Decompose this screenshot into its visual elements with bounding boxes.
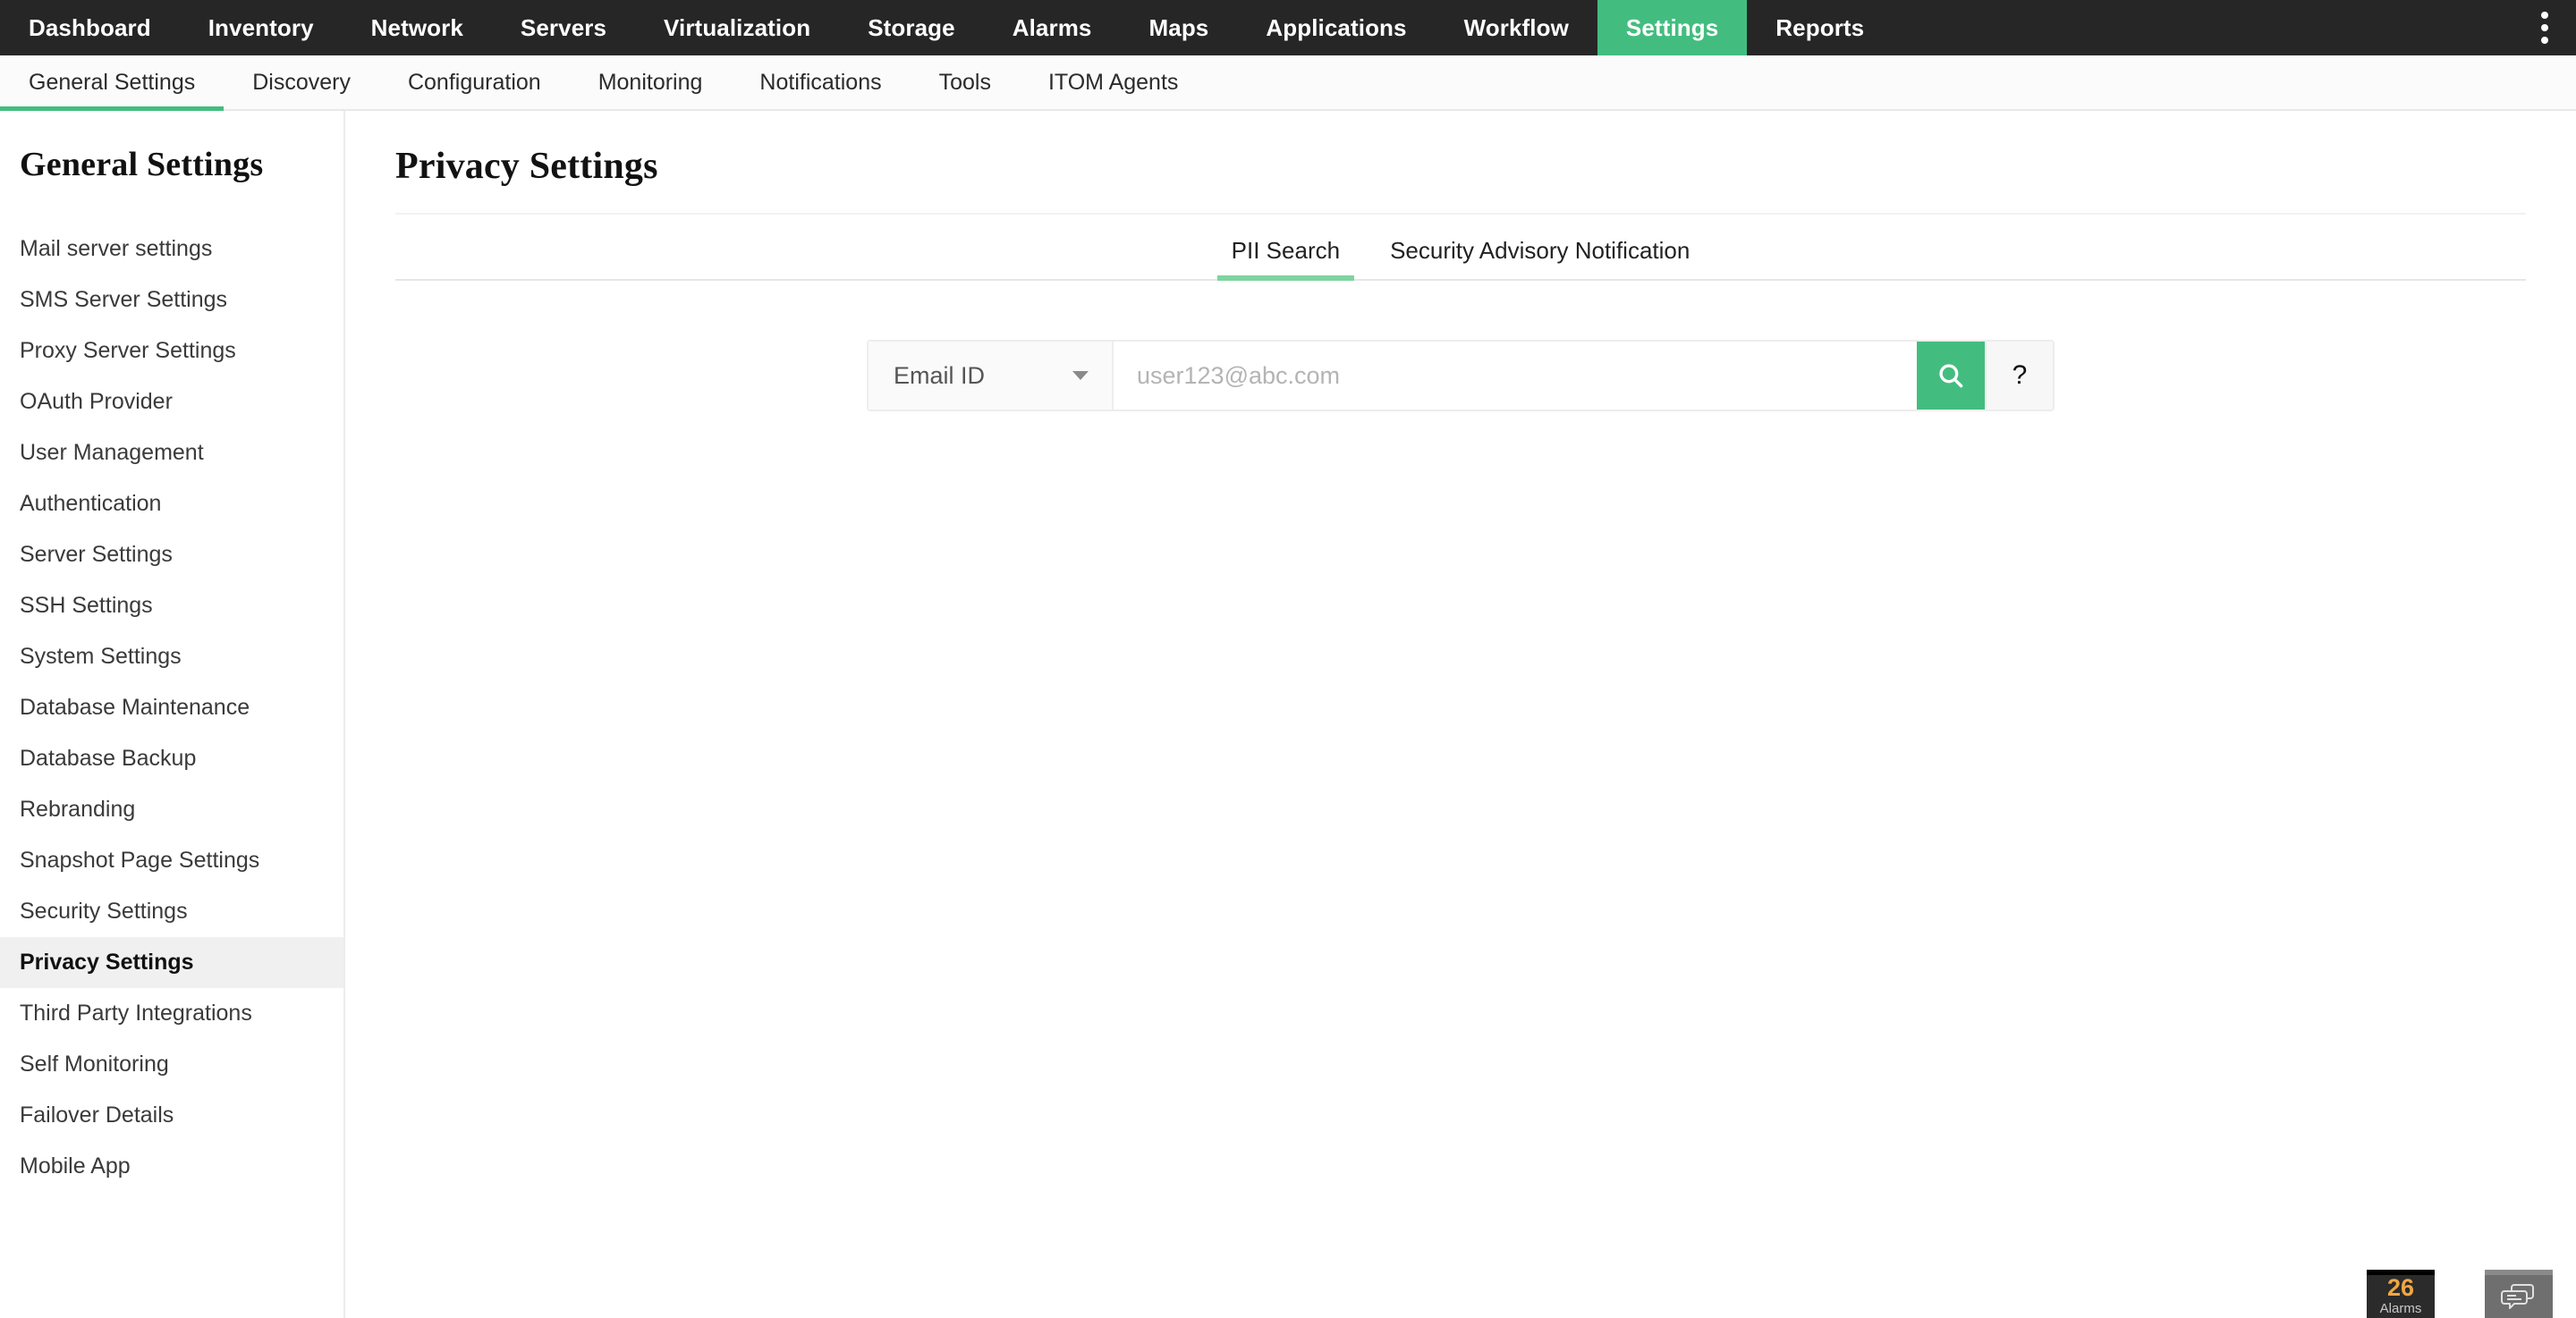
kebab-dot (2541, 24, 2548, 31)
sidebar-item-self-monitoring[interactable]: Self Monitoring (0, 1039, 343, 1090)
pii-search-button[interactable] (1917, 342, 1985, 410)
kebab-menu-icon[interactable] (2513, 0, 2576, 55)
sidebar-item-privacy-settings[interactable]: Privacy Settings (0, 937, 343, 988)
sidebar-item-mobile-app[interactable]: Mobile App (0, 1141, 343, 1192)
kebab-dot (2541, 12, 2548, 19)
topnav-item-virtualization[interactable]: Virtualization (635, 0, 839, 55)
subnav-item-general-settings[interactable]: General Settings (0, 55, 225, 111)
search-type-select[interactable]: Email ID (869, 342, 1114, 410)
sidebar-item-oauth-provider[interactable]: OAuth Provider (0, 376, 343, 427)
tab-security-advisory-notification[interactable]: Security Advisory Notification (1365, 237, 1715, 279)
sidebar-item-rebranding[interactable]: Rebranding (0, 784, 343, 835)
subnav-item-discovery[interactable]: Discovery (224, 55, 379, 109)
sidebar-item-third-party-integrations[interactable]: Third Party Integrations (0, 988, 343, 1039)
main-content: Privacy Settings PII Search Security Adv… (345, 111, 2576, 1318)
top-navigation-bar: Dashboard Inventory Network Servers Virt… (0, 0, 2576, 55)
sidebar-title: General Settings (20, 146, 264, 183)
sidebar-item-security-settings[interactable]: Security Settings (0, 886, 343, 937)
content-tabs: PII Search Security Advisory Notificatio… (395, 215, 2526, 281)
subnav-item-monitoring[interactable]: Monitoring (570, 55, 732, 109)
secondary-navigation-bar: General Settings Discovery Configuration… (0, 55, 2576, 111)
kebab-dot (2541, 37, 2548, 44)
search-type-select-value: Email ID (894, 361, 986, 389)
topnav-spacer (1893, 0, 2513, 55)
subnav-item-tools[interactable]: Tools (911, 55, 1020, 109)
settings-sidebar: General Settings Mail server settings SM… (0, 111, 345, 1318)
sidebar-item-mail-server-settings[interactable]: Mail server settings (0, 224, 343, 275)
sidebar-item-authentication[interactable]: Authentication (0, 478, 343, 529)
topnav-item-storage[interactable]: Storage (839, 0, 984, 55)
topnav-item-applications[interactable]: Applications (1237, 0, 1435, 55)
sidebar-item-system-settings[interactable]: System Settings (0, 631, 343, 682)
alarms-widget[interactable]: 26 Alarms (2367, 1270, 2435, 1318)
topnav-item-workflow[interactable]: Workflow (1436, 0, 1597, 55)
topnav-item-dashboard[interactable]: Dashboard (0, 0, 180, 55)
sidebar-item-user-management[interactable]: User Management (0, 427, 343, 478)
pii-search-row: Email ID ? (345, 342, 2576, 410)
sidebar-item-sms-server-settings[interactable]: SMS Server Settings (0, 275, 343, 325)
alarms-label: Alarms (2379, 1300, 2422, 1316)
pii-search-input[interactable] (1114, 342, 1917, 410)
sidebar-item-failover-details[interactable]: Failover Details (0, 1090, 343, 1141)
chevron-down-icon (1072, 371, 1089, 380)
sidebar-item-proxy-server-settings[interactable]: Proxy Server Settings (0, 325, 343, 376)
page-layout: General Settings Mail server settings SM… (0, 111, 2576, 1318)
topnav-item-alarms[interactable]: Alarms (984, 0, 1121, 55)
subnav-item-notifications[interactable]: Notifications (731, 55, 910, 109)
pii-search-group: Email ID ? (869, 342, 2053, 410)
subnav-item-configuration[interactable]: Configuration (379, 55, 570, 109)
chat-bubbles-icon (2501, 1284, 2534, 1309)
search-icon (1939, 364, 1963, 388)
sidebar-item-database-backup[interactable]: Database Backup (0, 733, 343, 784)
alarms-count: 26 (2386, 1273, 2415, 1301)
topnav-item-network[interactable]: Network (343, 0, 492, 55)
subnav-item-itom-agents[interactable]: ITOM Agents (1020, 55, 1207, 109)
topnav-item-inventory[interactable]: Inventory (180, 0, 343, 55)
topnav-item-reports[interactable]: Reports (1747, 0, 1893, 55)
page-title: Privacy Settings (395, 146, 658, 187)
sidebar-item-database-maintenance[interactable]: Database Maintenance (0, 682, 343, 733)
topnav-item-servers[interactable]: Servers (492, 0, 635, 55)
topnav-item-settings[interactable]: Settings (1597, 0, 1748, 55)
tab-pii-search[interactable]: PII Search (1207, 237, 1365, 281)
chat-widget[interactable] (2485, 1270, 2553, 1318)
sidebar-item-ssh-settings[interactable]: SSH Settings (0, 580, 343, 631)
topnav-item-maps[interactable]: Maps (1121, 0, 1238, 55)
pii-search-help-button[interactable]: ? (1985, 342, 2053, 410)
sidebar-item-snapshot-page-settings[interactable]: Snapshot Page Settings (0, 835, 343, 886)
sidebar-item-server-settings[interactable]: Server Settings (0, 529, 343, 580)
